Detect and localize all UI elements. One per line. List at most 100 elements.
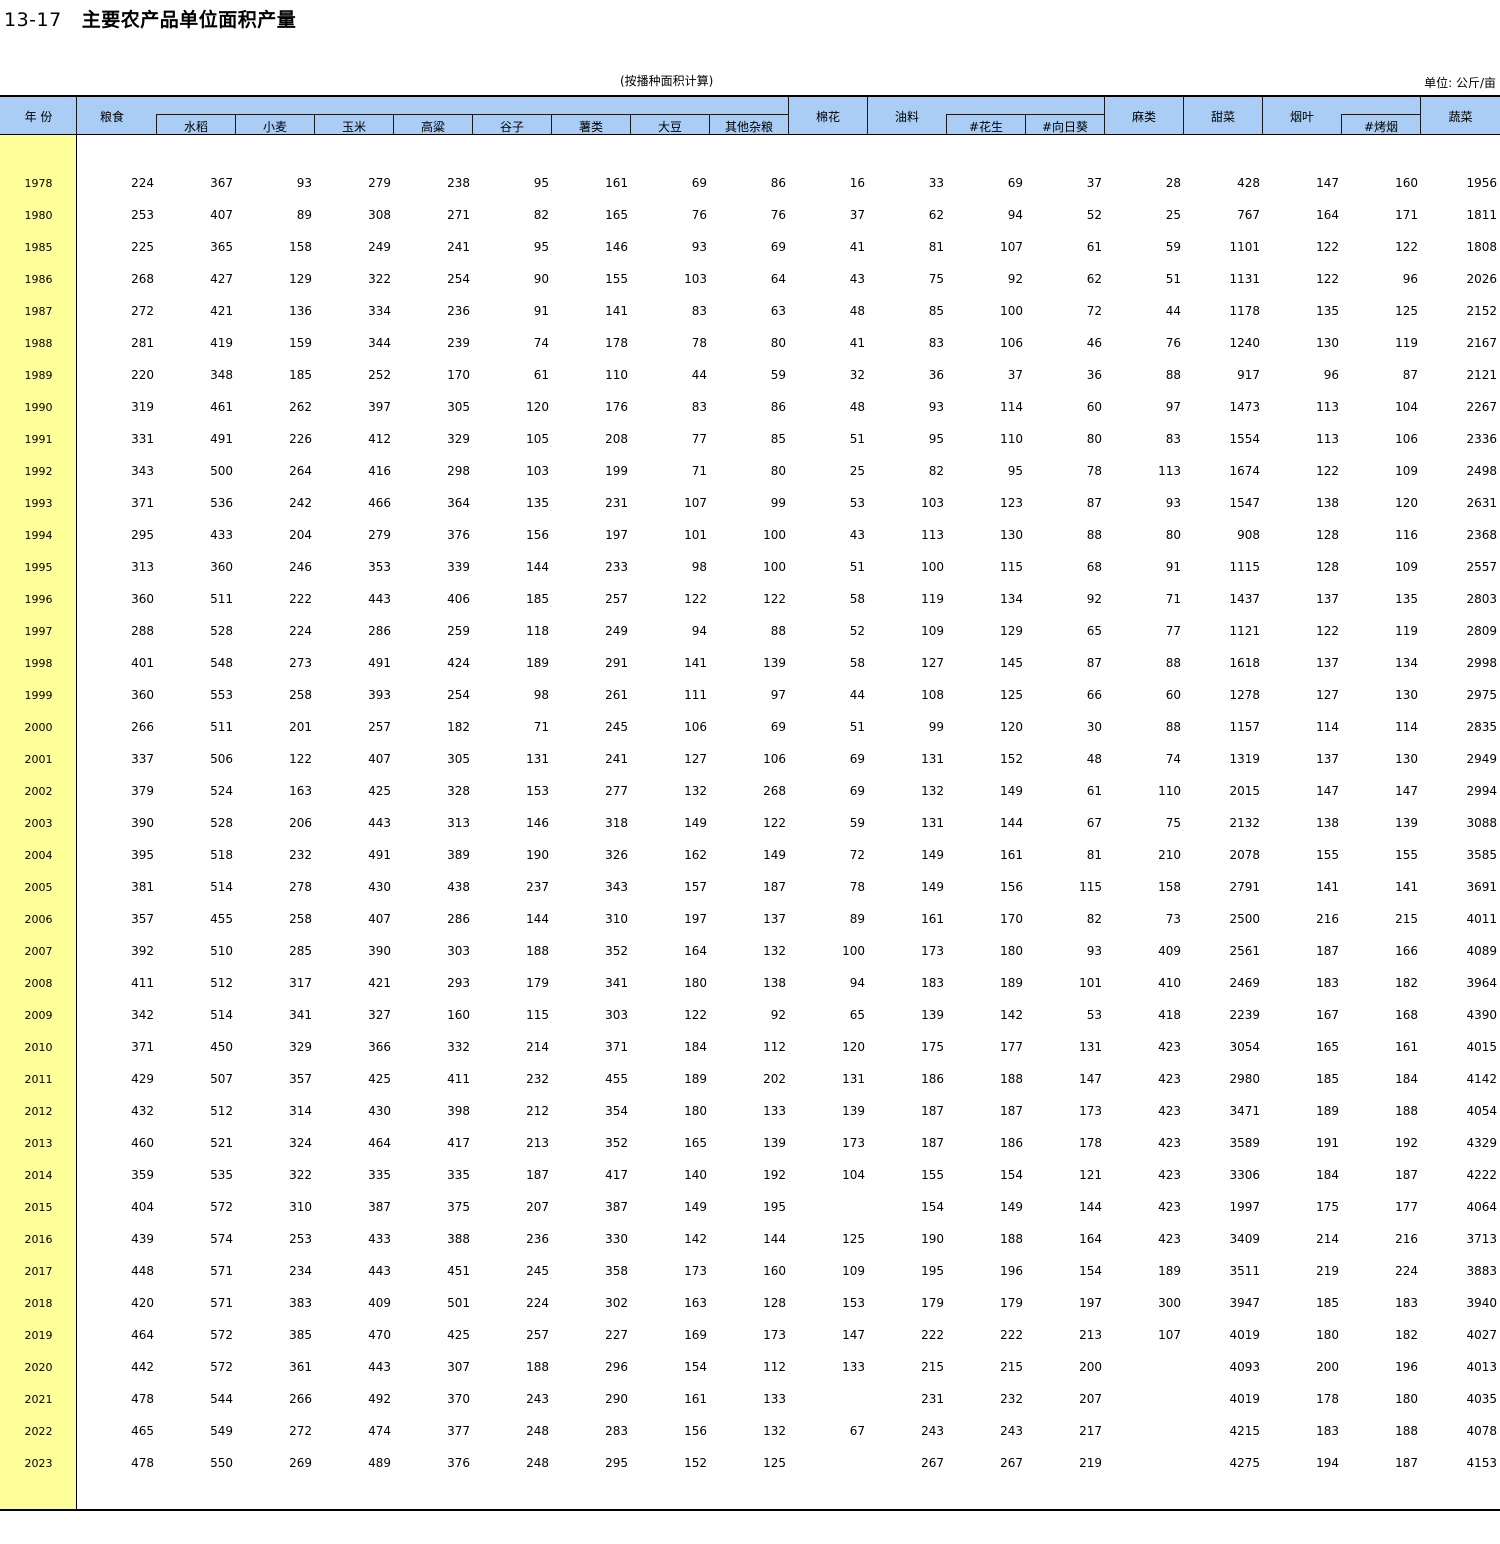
header-grain: 粮食 <box>100 110 125 124</box>
value-cell: 266 <box>289 1392 312 1406</box>
value-cell: 122 <box>1395 240 1418 254</box>
value-cell: 190 <box>921 1232 944 1246</box>
value-cell: 419 <box>210 336 233 350</box>
value-cell: 242 <box>289 496 312 510</box>
value-cell: 159 <box>289 336 312 350</box>
value-cell: 187 <box>526 1168 549 1182</box>
table-title: 主要农产品单位面积产量 <box>81 9 297 31</box>
header-sunflower: #向日葵 <box>1041 120 1089 134</box>
value-cell: 154 <box>1000 1168 1023 1182</box>
value-cell: 448 <box>131 1264 154 1278</box>
value-cell: 165 <box>1316 1040 1339 1054</box>
value-cell: 224 <box>526 1296 549 1310</box>
value-cell: 158 <box>289 240 312 254</box>
value-cell: 83 <box>1165 432 1181 446</box>
value-cell: 339 <box>447 560 470 574</box>
table-row: 1997 288 528 224 286 259 118 249 94 88 52 109 129 65 7… <box>0 615 1500 647</box>
value-cell: 187 <box>1000 1104 1023 1118</box>
value-cell: 41 <box>849 336 865 350</box>
value-cell: 109 <box>1395 560 1418 574</box>
value-cell: 322 <box>289 1168 312 1182</box>
value-cell: 1808 <box>1466 240 1497 254</box>
value-cell: 215 <box>921 1360 944 1374</box>
value-cell: 188 <box>526 1360 549 1374</box>
value-cell: 59 <box>770 368 786 382</box>
value-cell: 313 <box>131 560 154 574</box>
value-cell: 153 <box>526 784 549 798</box>
value-cell: 4222 <box>1466 1168 1497 1182</box>
value-cell: 433 <box>210 528 233 542</box>
value-cell: 428 <box>1237 176 1260 190</box>
value-cell: 3306 <box>1229 1168 1260 1182</box>
value-cell: 99 <box>928 720 944 734</box>
value-cell: 231 <box>921 1392 944 1406</box>
value-cell: 491 <box>210 432 233 446</box>
value-cell: 334 <box>368 304 391 318</box>
value-cell: 204 <box>289 528 312 542</box>
value-cell: 71 <box>691 464 707 478</box>
value-cell: 137 <box>1316 592 1339 606</box>
year-cell: 2019 <box>24 1329 53 1342</box>
value-cell: 3585 <box>1466 848 1497 862</box>
value-cell: 41 <box>849 240 865 254</box>
value-cell: 37 <box>1086 176 1102 190</box>
value-cell: 279 <box>368 176 391 190</box>
value-cell: 133 <box>763 1392 786 1406</box>
value-cell: 95 <box>533 240 549 254</box>
value-cell: 104 <box>1395 400 1418 414</box>
value-cell: 16 <box>849 176 865 190</box>
value-cell: 1811 <box>1466 208 1497 222</box>
value-cell: 2026 <box>1466 272 1497 286</box>
value-cell: 443 <box>368 1264 391 1278</box>
value-cell: 165 <box>605 208 628 222</box>
value-cell: 103 <box>921 496 944 510</box>
value-cell: 65 <box>1086 624 1102 638</box>
value-cell: 122 <box>1316 272 1339 286</box>
table-row: 2019 464 572 385 470 425 257 227 169 173 147 222 222… <box>0 1319 1500 1351</box>
value-cell: 192 <box>1395 1136 1418 1150</box>
value-cell: 131 <box>921 752 944 766</box>
value-cell: 528 <box>210 816 233 830</box>
value-cell: 465 <box>131 1424 154 1438</box>
value-cell: 219 <box>1316 1264 1339 1278</box>
value-cell: 166 <box>1395 944 1418 958</box>
value-cell: 215 <box>1395 912 1418 926</box>
value-cell: 506 <box>210 752 233 766</box>
value-cell: 187 <box>1316 944 1339 958</box>
value-cell: 317 <box>289 976 312 990</box>
value-cell: 196 <box>1395 1360 1418 1374</box>
value-cell: 360 <box>131 592 154 606</box>
value-cell: 180 <box>1000 944 1023 958</box>
value-cell: 161 <box>1395 1040 1418 1054</box>
value-cell: 101 <box>1079 976 1102 990</box>
value-cell: 272 <box>289 1424 312 1438</box>
table-row: 2017 448 571 234 443 451 245 358 173 160 109 195 196… <box>0 1255 1500 1287</box>
value-cell: 161 <box>921 912 944 926</box>
value-cell: 100 <box>842 944 865 958</box>
value-cell: 69 <box>770 240 786 254</box>
value-cell: 359 <box>131 1168 154 1182</box>
value-cell: 238 <box>447 176 470 190</box>
value-cell: 424 <box>447 656 470 670</box>
value-cell: 134 <box>1000 592 1023 606</box>
value-cell: 128 <box>1316 528 1339 542</box>
value-cell: 2500 <box>1229 912 1260 926</box>
value-cell: 115 <box>526 1008 549 1022</box>
value-cell: 376 <box>447 528 470 542</box>
table-row: 2016 439 574 253 433 388 236 330 142 144 125 190 188… <box>0 1223 1500 1255</box>
value-cell: 161 <box>605 176 628 190</box>
value-cell: 194 <box>1316 1456 1339 1470</box>
value-cell: 149 <box>1000 1200 1023 1214</box>
value-cell: 83 <box>928 336 944 350</box>
table-row: 2003 390 528 206 443 313 146 318 149 122 59 131 144 6… <box>0 807 1500 839</box>
value-cell: 201 <box>289 720 312 734</box>
value-cell: 377 <box>447 1424 470 1438</box>
value-cell: 1437 <box>1229 592 1260 606</box>
value-cell: 427 <box>210 272 233 286</box>
value-cell: 2469 <box>1229 976 1260 990</box>
value-cell: 97 <box>1165 400 1181 414</box>
value-cell: 197 <box>1079 1296 1102 1310</box>
value-cell: 48 <box>849 304 865 318</box>
value-cell: 81 <box>1086 848 1102 862</box>
value-cell: 110 <box>605 368 628 382</box>
